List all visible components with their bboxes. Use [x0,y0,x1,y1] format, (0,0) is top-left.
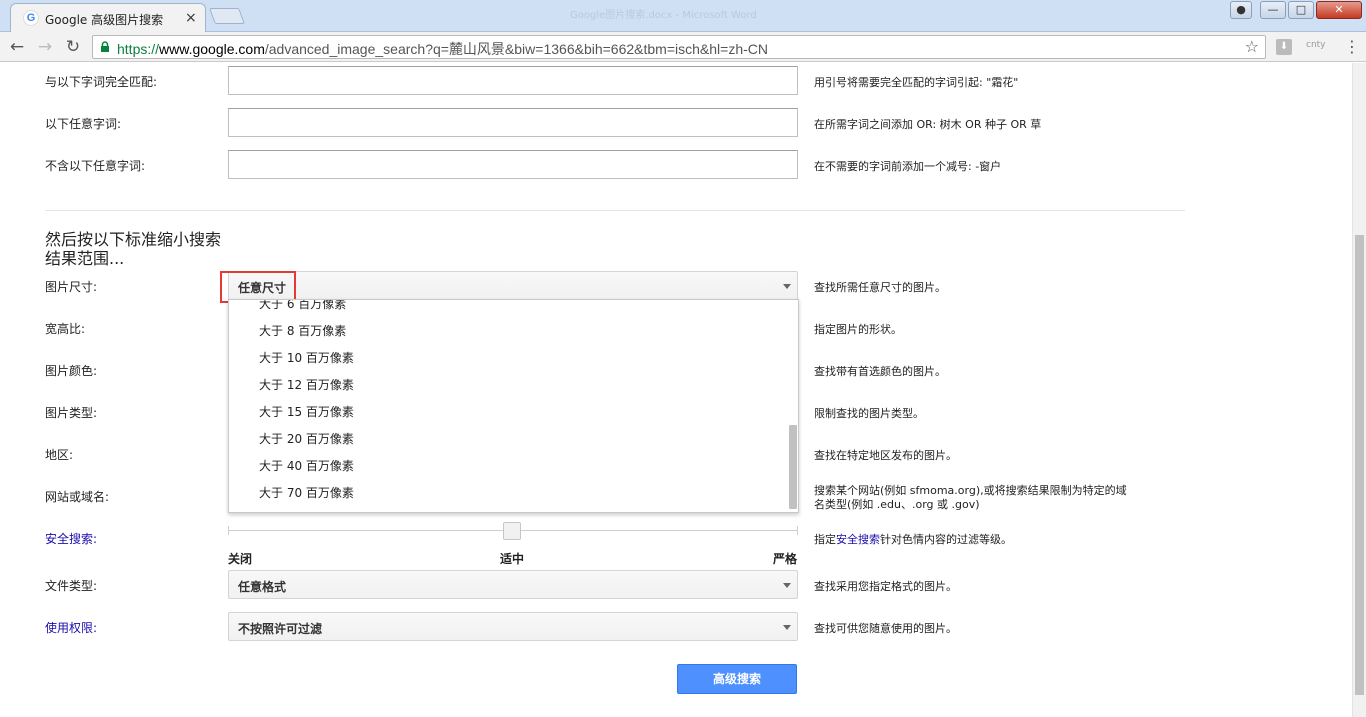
tab-title: Google 高级图片搜索 [45,13,164,27]
exact-words-label: 与以下字词完全匹配: [45,75,158,89]
safe-search-hint-link[interactable]: 安全搜索 [836,533,880,546]
extension-download-icon[interactable]: ⬇ [1276,39,1292,55]
region-label: 地区: [45,448,74,462]
browser-toolbar: ← → ↻ https://www.google.com/advanced_im… [0,32,1366,62]
image-size-label: 图片尺寸: [45,280,98,294]
file-type-label: 文件类型: [45,579,98,593]
dropdown-option[interactable]: 大于 8 百万像素 [259,322,346,339]
exact-words-input[interactable] [228,66,798,95]
new-tab-button[interactable] [209,8,245,24]
lock-icon [101,41,109,52]
browser-titlebar: G Google 高级图片搜索 × Google图片搜索.docx - Micr… [0,0,1366,32]
file-type-hint: 查找采用您指定格式的图片。 [814,580,957,593]
image-color-hint: 查找带有首选颜色的图片。 [814,365,946,378]
narrow-section-title: 然后按以下标准缩小搜索结果范围... [45,230,222,268]
image-size-dropdown-list[interactable]: 大于 6 百万像素 大于 8 百万像素 大于 10 百万像素 大于 12 百万像… [228,299,799,513]
dropdown-arrow-icon [783,625,791,630]
dropdown-option[interactable]: 大于 40 百万像素 [259,457,354,474]
file-type-select[interactable]: 任意格式 [228,570,798,599]
extension-label[interactable]: cnty [1306,40,1326,50]
advanced-image-search-page: 与以下字词完全匹配: 用引号将需要完全匹配的字词引起: "霜花" 以下任意字词:… [0,63,1352,717]
forward-arrow-icon[interactable]: → [34,36,56,58]
any-words-input[interactable] [228,108,798,137]
browser-menu-icon[interactable]: ⋮ [1344,39,1360,55]
usage-rights-hint: 查找可供您随意使用的图片。 [814,622,957,635]
section-divider [45,210,1185,211]
safe-search-level-moderate[interactable]: 适中 [500,550,524,567]
dropdown-scrollbar[interactable] [789,425,797,509]
safe-search-label[interactable]: 安全搜索: [45,530,97,547]
reload-icon[interactable]: ↻ [62,36,84,58]
usage-rights-selected: 不按照许可过滤 [238,622,323,636]
aspect-ratio-label: 宽高比: [45,322,86,336]
close-window-button[interactable]: ✕ [1316,1,1362,19]
dropdown-arrow-icon [783,583,791,588]
url-text: https://www.google.com/advanced_image_se… [117,41,768,57]
none-words-label: 不含以下任意字词: [45,159,146,173]
advanced-search-button[interactable]: 高级搜索 [677,664,797,694]
exact-words-hint: 用引号将需要完全匹配的字词引起: "霜花" [814,76,1019,89]
dropdown-option[interactable]: 大于 70 百万像素 [259,484,354,501]
safe-search-level-strict[interactable]: 严格 [773,550,797,567]
image-type-hint: 限制查找的图片类型。 [814,407,924,420]
back-arrow-icon[interactable]: ← [6,36,28,58]
address-bar[interactable]: https://www.google.com/advanced_image_se… [92,35,1266,59]
dropdown-option[interactable]: 大于 15 百万像素 [259,403,354,420]
region-hint: 查找在特定地区发布的图片。 [814,449,957,462]
browser-tab[interactable]: G Google 高级图片搜索 × [10,3,206,32]
page-scrollbar[interactable] [1352,63,1366,717]
maximize-button[interactable]: □ [1288,1,1314,19]
aspect-ratio-hint: 指定图片的形状。 [814,323,902,336]
page-scrollbar-thumb[interactable] [1355,235,1364,695]
slider-tick [797,526,798,535]
dropdown-option[interactable]: 大于 12 百万像素 [259,376,354,393]
window-ghost-title: Google图片搜索.docx - Microsoft Word [570,10,757,21]
user-icon[interactable]: ● [1230,1,1252,19]
none-words-input[interactable] [228,150,798,179]
safe-search-slider-thumb[interactable] [503,522,521,540]
any-words-label: 以下任意字词: [45,117,122,131]
bookmark-star-icon[interactable]: ☆ [1245,37,1259,56]
site-domain-label: 网站或域名: [45,490,110,504]
google-favicon-icon: G [23,10,39,26]
safe-search-level-off[interactable]: 关闭 [228,550,252,567]
dropdown-option[interactable]: 大于 10 百万像素 [259,349,354,366]
site-domain-hint-line2: 名类型(例如 .edu、.org 或 .gov) [814,498,980,511]
image-size-hint: 查找所需任意尺寸的图片。 [814,281,946,294]
usage-rights-label[interactable]: 使用权限: [45,619,97,636]
dropdown-option[interactable]: 大于 6 百万像素 [259,300,346,312]
none-words-hint: 在不需要的字词前添加一个减号: -窗户 [814,160,1002,173]
image-color-label: 图片颜色: [45,364,98,378]
any-words-hint: 在所需字词之间添加 OR: 树木 OR 种子 OR 草 [814,118,1042,131]
file-type-selected: 任意格式 [238,580,287,594]
usage-rights-select[interactable]: 不按照许可过滤 [228,612,798,641]
safe-search-hint: 指定安全搜索针对色情内容的过滤等级。 [814,533,1012,546]
image-size-select[interactable]: 任意尺寸 [228,271,798,300]
image-type-label: 图片类型: [45,406,98,420]
tab-close-icon[interactable]: × [185,10,197,26]
minimize-button[interactable]: — [1260,1,1286,19]
slider-tick [228,526,229,535]
dropdown-option[interactable]: 大于 20 百万像素 [259,430,354,447]
dropdown-arrow-icon [783,284,791,289]
